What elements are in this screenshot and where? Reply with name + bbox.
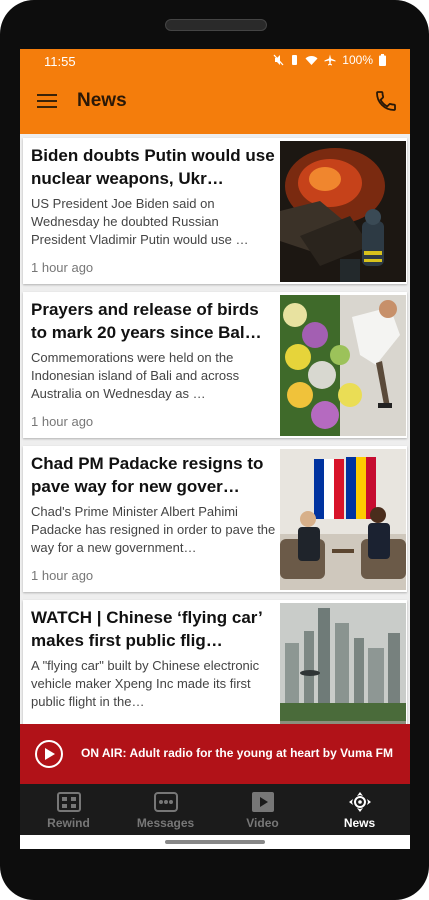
news-thumbnail-meeting bbox=[280, 449, 406, 590]
airplane-icon bbox=[324, 54, 336, 66]
status-time: 11:55 bbox=[44, 54, 76, 69]
nav-item-rewind[interactable]: Rewind bbox=[20, 784, 117, 835]
news-thumbnail-flowers bbox=[280, 295, 406, 436]
app-bar: News bbox=[20, 73, 410, 134]
bottom-navigation: Rewind Messages Video News bbox=[20, 784, 410, 835]
news-card-text: WATCH | Chinese ‘flying car’ makes first… bbox=[31, 606, 277, 711]
wifi-icon bbox=[305, 55, 318, 65]
battery-icon bbox=[379, 54, 386, 66]
battery-percent: 100% bbox=[342, 53, 373, 67]
nav-item-messages[interactable]: Messages bbox=[117, 784, 214, 835]
news-headline: Biden doubts Putin would use nuclear wea… bbox=[31, 146, 275, 188]
rewind-icon bbox=[57, 792, 81, 812]
news-headline: Prayers and release of birds to mark 20 … bbox=[31, 300, 262, 342]
news-time: 1 hour ago bbox=[31, 414, 94, 429]
nav-label-video: Video bbox=[246, 816, 279, 830]
home-indicator[interactable] bbox=[165, 840, 265, 844]
news-icon bbox=[349, 792, 371, 812]
status-icons: 100% bbox=[273, 53, 386, 67]
radio-play-icon[interactable] bbox=[34, 739, 64, 769]
vibrate-icon bbox=[292, 55, 298, 65]
radio-on-air-text: ON AIR: Adult radio for the young at hea… bbox=[81, 746, 394, 760]
phone-frame: 11:55 100% News Biden doubts Putin would… bbox=[0, 0, 429, 900]
phone-call-icon[interactable] bbox=[374, 89, 398, 113]
news-card[interactable]: WATCH | Chinese ‘flying car’ makes first… bbox=[23, 600, 407, 724]
screen: 11:55 100% News Biden doubts Putin would… bbox=[20, 49, 410, 849]
news-card-text: Prayers and release of birds to mark 20 … bbox=[31, 298, 277, 403]
news-time: 1 hour ago bbox=[31, 568, 94, 583]
news-card[interactable]: Chad PM Padacke resigns to pave way for … bbox=[23, 446, 407, 592]
phone-speaker bbox=[165, 19, 267, 31]
news-card-text: Biden doubts Putin would use nuclear wea… bbox=[31, 144, 277, 249]
nav-label-news: News bbox=[343, 816, 376, 830]
hamburger-menu-icon[interactable] bbox=[37, 94, 57, 108]
news-summary: Commemorations were held on the Indonesi… bbox=[31, 350, 240, 401]
news-summary: US President Joe Biden said on Wednesday… bbox=[31, 196, 249, 247]
news-time: 1 hour ago bbox=[31, 260, 94, 275]
nav-label-rewind: Rewind bbox=[47, 816, 90, 830]
news-feed: Biden doubts Putin would use nuclear wea… bbox=[20, 134, 410, 724]
radio-now-playing-bar[interactable]: ON AIR: Adult radio for the young at hea… bbox=[20, 724, 410, 784]
news-card[interactable]: Prayers and release of birds to mark 20 … bbox=[23, 292, 407, 438]
news-thumbnail-city bbox=[280, 603, 406, 724]
video-icon bbox=[252, 792, 274, 812]
news-thumbnail-fire bbox=[280, 141, 406, 282]
nav-item-video[interactable]: Video bbox=[214, 784, 311, 835]
news-card[interactable]: Biden doubts Putin would use nuclear wea… bbox=[23, 138, 407, 284]
nav-item-news[interactable]: News bbox=[311, 784, 408, 835]
news-card-text: Chad PM Padacke resigns to pave way for … bbox=[31, 452, 277, 557]
news-summary: A "flying car" built by Chinese electron… bbox=[31, 658, 260, 709]
news-headline: WATCH | Chinese ‘flying car’ makes first… bbox=[31, 608, 262, 650]
nav-label-messages: Messages bbox=[136, 816, 195, 830]
status-bar: 11:55 100% bbox=[20, 49, 410, 73]
mute-icon bbox=[273, 54, 284, 66]
gesture-bar bbox=[20, 835, 410, 849]
news-summary: Chad's Prime Minister Albert Pahimi Pada… bbox=[31, 504, 276, 555]
news-headline: Chad PM Padacke resigns to pave way for … bbox=[31, 454, 264, 496]
page-title: News bbox=[77, 90, 127, 111]
messages-icon bbox=[154, 792, 178, 812]
